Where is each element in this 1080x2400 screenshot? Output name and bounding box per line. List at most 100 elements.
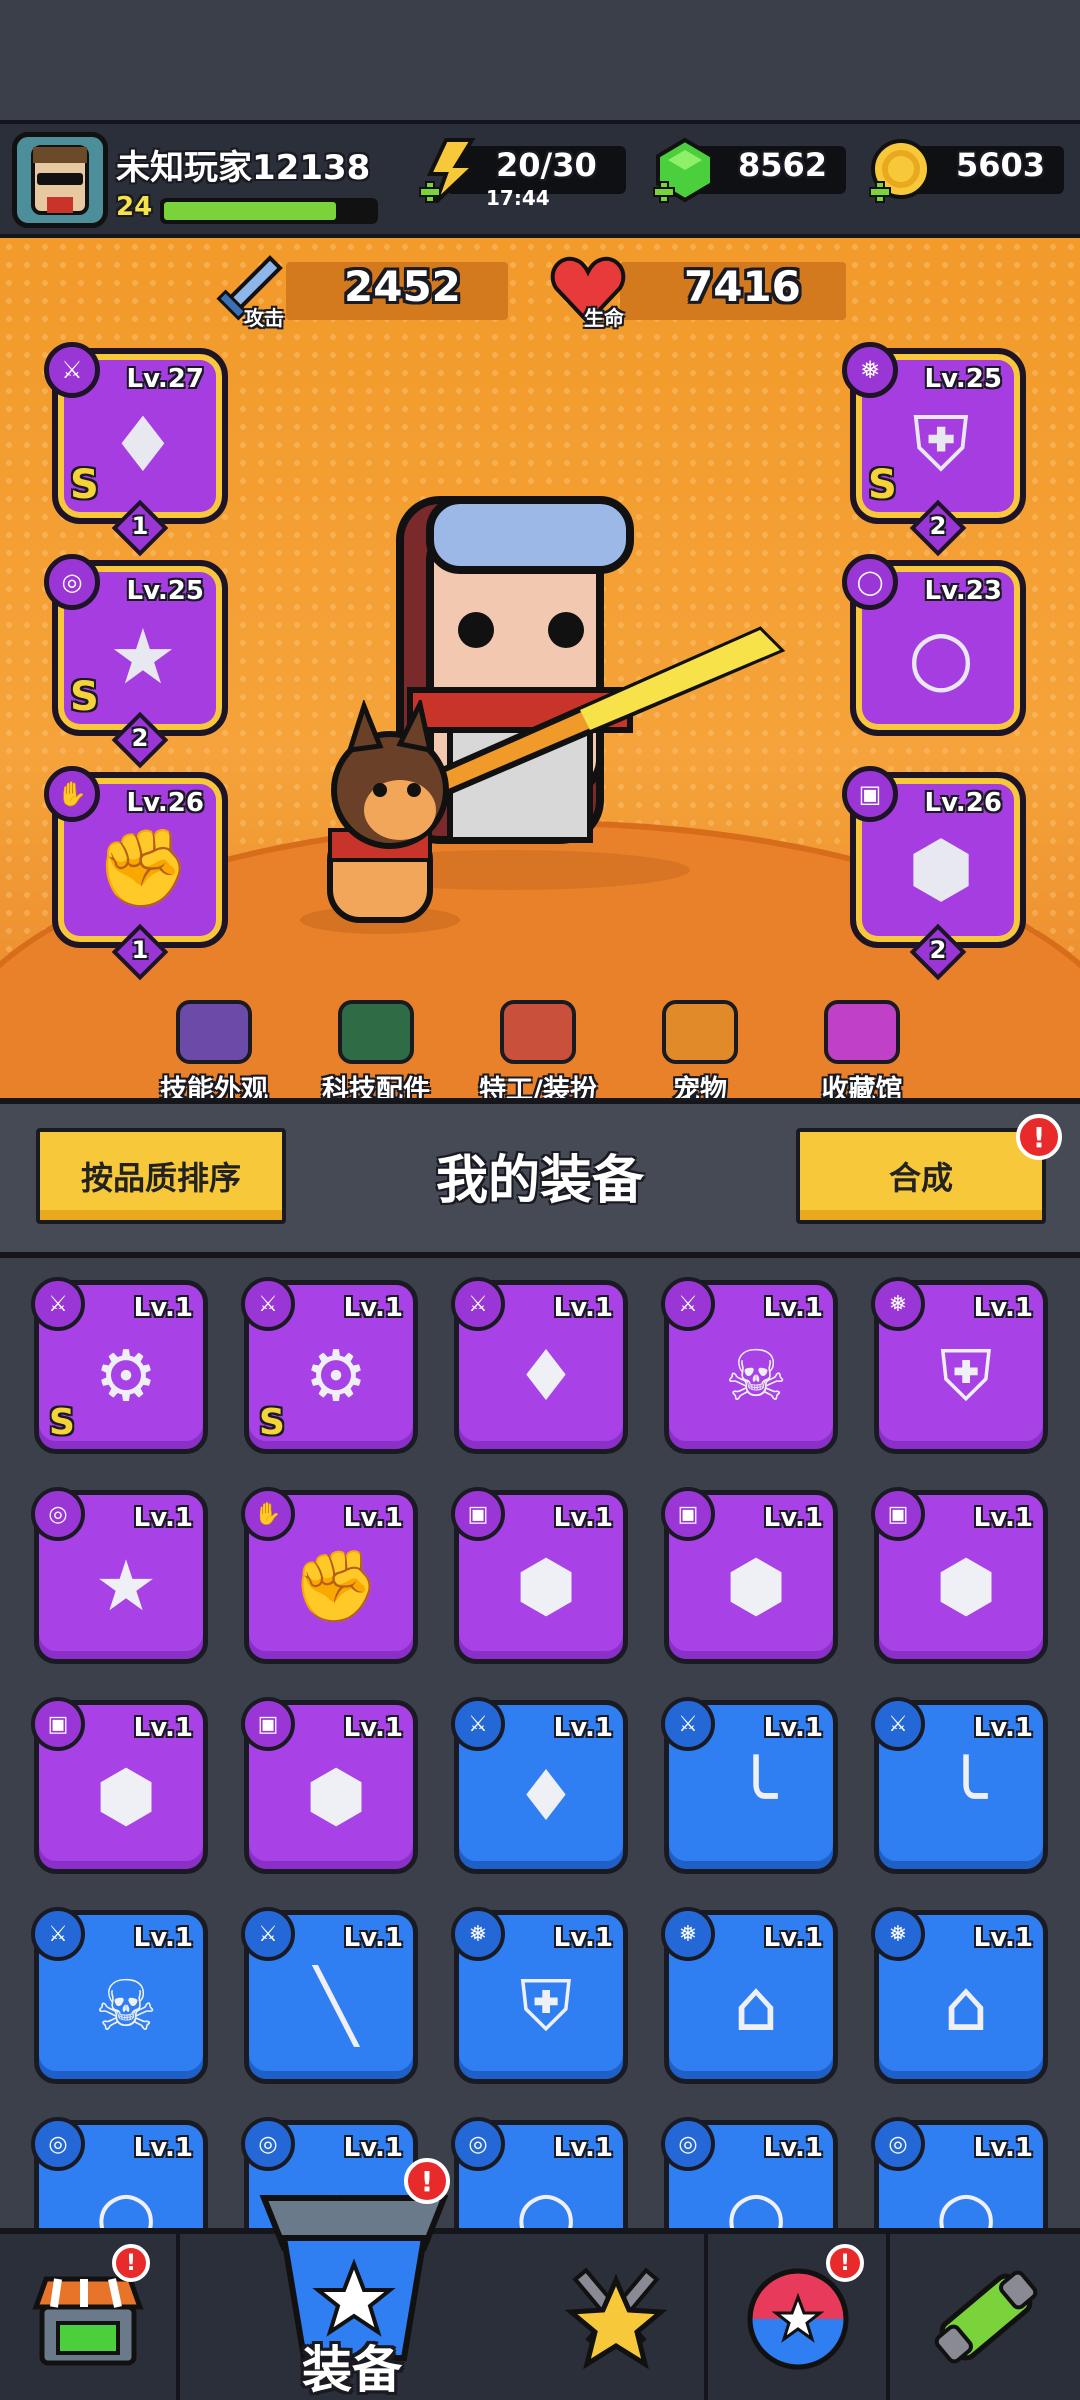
avatar-face-icon (31, 145, 89, 215)
inventory-item[interactable]: ◎Lv.1○ (31, 2117, 208, 2228)
necklace-type-icon: ◎ (44, 554, 100, 610)
inventory-item[interactable]: ❅ Lv.1 ⛨ (871, 1277, 1048, 1454)
gems-value: 8562 (738, 146, 828, 184)
my-equipment-title: 我的装备 (435, 1151, 644, 1211)
inventory-grid: ⚔ Lv.1 ⚙ S ⚔ Lv.1 ⚙ S ⚔ Lv.1 ♦ ⚔ Lv.1 ☠ ❅ Lv.1 ⛨ ◎ Lv.1 ★ ✋ L… (0, 1258, 1080, 2228)
rank-badge: S (868, 462, 897, 508)
armor-item-icon: ⛨ (912, 398, 970, 488)
item-level: Lv.1 (973, 1923, 1033, 1953)
nav-battle-button[interactable] (528, 2234, 708, 2400)
boot-icon: ⬢ (725, 1545, 787, 1627)
item-level: Lv.1 (133, 1503, 193, 1533)
equipped-level: Lv.25 (126, 576, 204, 606)
gauntlet-icon: ✊ (292, 1544, 380, 1627)
item-level: Lv.1 (133, 1713, 193, 1743)
sort-by-quality-button[interactable]: 按品质排序 (36, 1128, 286, 1224)
inventory-item[interactable]: ❅ Lv.1 ⌂ (661, 1907, 838, 2084)
inventory-item[interactable]: ⚔ Lv.1 ♦ (451, 1277, 628, 1454)
equipped-level: Lv.25 (924, 364, 1002, 394)
item-level: Lv.1 (763, 1713, 823, 1743)
shirt-icon: ⌂ (943, 1965, 989, 2047)
hero-tab-1[interactable]: 科技配件 (306, 1000, 446, 1107)
necklace-item-icon: ★ (108, 611, 178, 701)
hero-tab-2[interactable]: 特工/装扮 (468, 1000, 608, 1107)
inventory-item[interactable]: ❅ Lv.1 ⌂ (871, 1907, 1048, 2084)
inventory-item[interactable]: ⚔ Lv.1 ╲ (241, 1907, 418, 2084)
ring-icon: ○ (935, 2175, 997, 2228)
inventory-item[interactable]: ▣ Lv.1 ⬢ (31, 1697, 208, 1874)
inventory-item[interactable]: ▣ Lv.1 ⬢ (661, 1487, 838, 1664)
hero-tab-0[interactable]: 技能外观 (144, 1000, 284, 1107)
equipped-level: Lv.23 (924, 576, 1002, 606)
hero-tab-icon (500, 1000, 576, 1064)
vest-icon: ⛨ (519, 1964, 573, 2047)
inventory-item[interactable]: ⚔ Lv.1 ⚙ S (31, 1277, 208, 1454)
item-level: Lv.1 (553, 2133, 613, 2163)
inventory-item[interactable]: ⚔ Lv.1 ☠ (661, 1277, 838, 1454)
hero-tab-icon (176, 1000, 252, 1064)
energy-icon (419, 138, 480, 204)
item-level: Lv.1 (973, 1713, 1033, 1743)
inventory-item[interactable]: ❅ Lv.1 ⛨ (451, 1907, 628, 2084)
pet-dog (300, 700, 460, 934)
inventory-item[interactable]: ▣ Lv.1 ⬢ (871, 1487, 1048, 1664)
item-level: Lv.1 (133, 1293, 193, 1323)
shirt-icon: ⌂ (733, 1965, 779, 2047)
katana-icon: ╰ (734, 1755, 778, 1837)
hero-tab-icon (662, 1000, 738, 1064)
energy-value: 20/30 (496, 146, 597, 184)
hero-tab-icon (824, 1000, 900, 1064)
inventory-item[interactable]: ⚔ Lv.1 ♦ (451, 1697, 628, 1874)
nav-gene-button[interactable] (892, 2234, 1080, 2400)
item-level: Lv.1 (973, 1293, 1033, 1323)
item-level: Lv.1 (343, 1923, 403, 1953)
badge-icon: ★ (94, 1545, 158, 1627)
equipment-alert-badge: ! (404, 2158, 450, 2204)
inventory-item[interactable]: ◎ Lv.1 ★ (31, 1487, 208, 1664)
coins-value: 5603 (956, 146, 1046, 184)
inventory-item[interactable]: ⚔ Lv.1 ☠ (31, 1907, 208, 2084)
inventory-item[interactable]: ◎Lv.1○ (871, 2117, 1048, 2228)
inventory-item[interactable]: ▣ Lv.1 ⬢ (241, 1697, 418, 1874)
inventory-item[interactable]: ◎Lv.1○ (661, 2117, 838, 2228)
status-bar (0, 0, 1080, 120)
xp-bar (160, 198, 378, 224)
inventory-item[interactable]: ✋ Lv.1 ✊ (241, 1487, 418, 1664)
rank-badge: S (49, 1402, 75, 1443)
inventory-item[interactable]: ▣ Lv.1 ⬢ (451, 1487, 628, 1664)
revolver-icon: ☠ (724, 1335, 788, 1417)
hero-tab-icon (338, 1000, 414, 1064)
nav-shop-button[interactable] (0, 2234, 180, 2400)
kunai-icon: ♦ (514, 1755, 578, 1837)
hero-tab-3[interactable]: 宠物 (630, 1000, 770, 1107)
inventory-item[interactable]: ◎Lv.1○ (451, 2117, 628, 2228)
merge-button[interactable]: 合成 (796, 1128, 1046, 1224)
boots-type-icon: ▣ (842, 766, 898, 822)
merge-alert-badge: ! (1016, 1114, 1062, 1160)
ring-icon: ○ (515, 2175, 577, 2228)
item-level: Lv.1 (553, 1713, 613, 1743)
item-level: Lv.1 (343, 1503, 403, 1533)
inventory-item[interactable]: ⚔ Lv.1 ╰ (661, 1697, 838, 1874)
inventory-item[interactable]: ⚔ Lv.1 ╰ (871, 1697, 1048, 1874)
hp-value: 7416 (684, 262, 801, 311)
inventory-item[interactable]: ⚔ Lv.1 ⚙ S (241, 1277, 418, 1454)
star-count: 2 (929, 512, 947, 540)
star-count: 1 (131, 512, 149, 540)
player-avatar[interactable] (12, 132, 108, 228)
ring-icon: ○ (725, 2175, 787, 2228)
ring-icon: ○ (95, 2175, 157, 2228)
star-count: 2 (131, 724, 149, 752)
item-level: Lv.1 (343, 2133, 403, 2163)
item-level: Lv.1 (973, 2133, 1033, 2163)
equipped-level: Lv.27 (126, 364, 204, 394)
equipped-level: Lv.26 (924, 788, 1002, 818)
weapon-item-icon: ♦ (108, 399, 178, 489)
item-level: Lv.1 (343, 1713, 403, 1743)
player-name: 未知玩家12138 (116, 148, 371, 188)
item-level: Lv.1 (133, 2133, 193, 2163)
blaster-icon: ⚙ (304, 1335, 368, 1417)
attack-value: 2452 (344, 262, 461, 311)
item-level: Lv.1 (763, 1293, 823, 1323)
hero-tab-4[interactable]: 收藏馆 (792, 1000, 932, 1107)
